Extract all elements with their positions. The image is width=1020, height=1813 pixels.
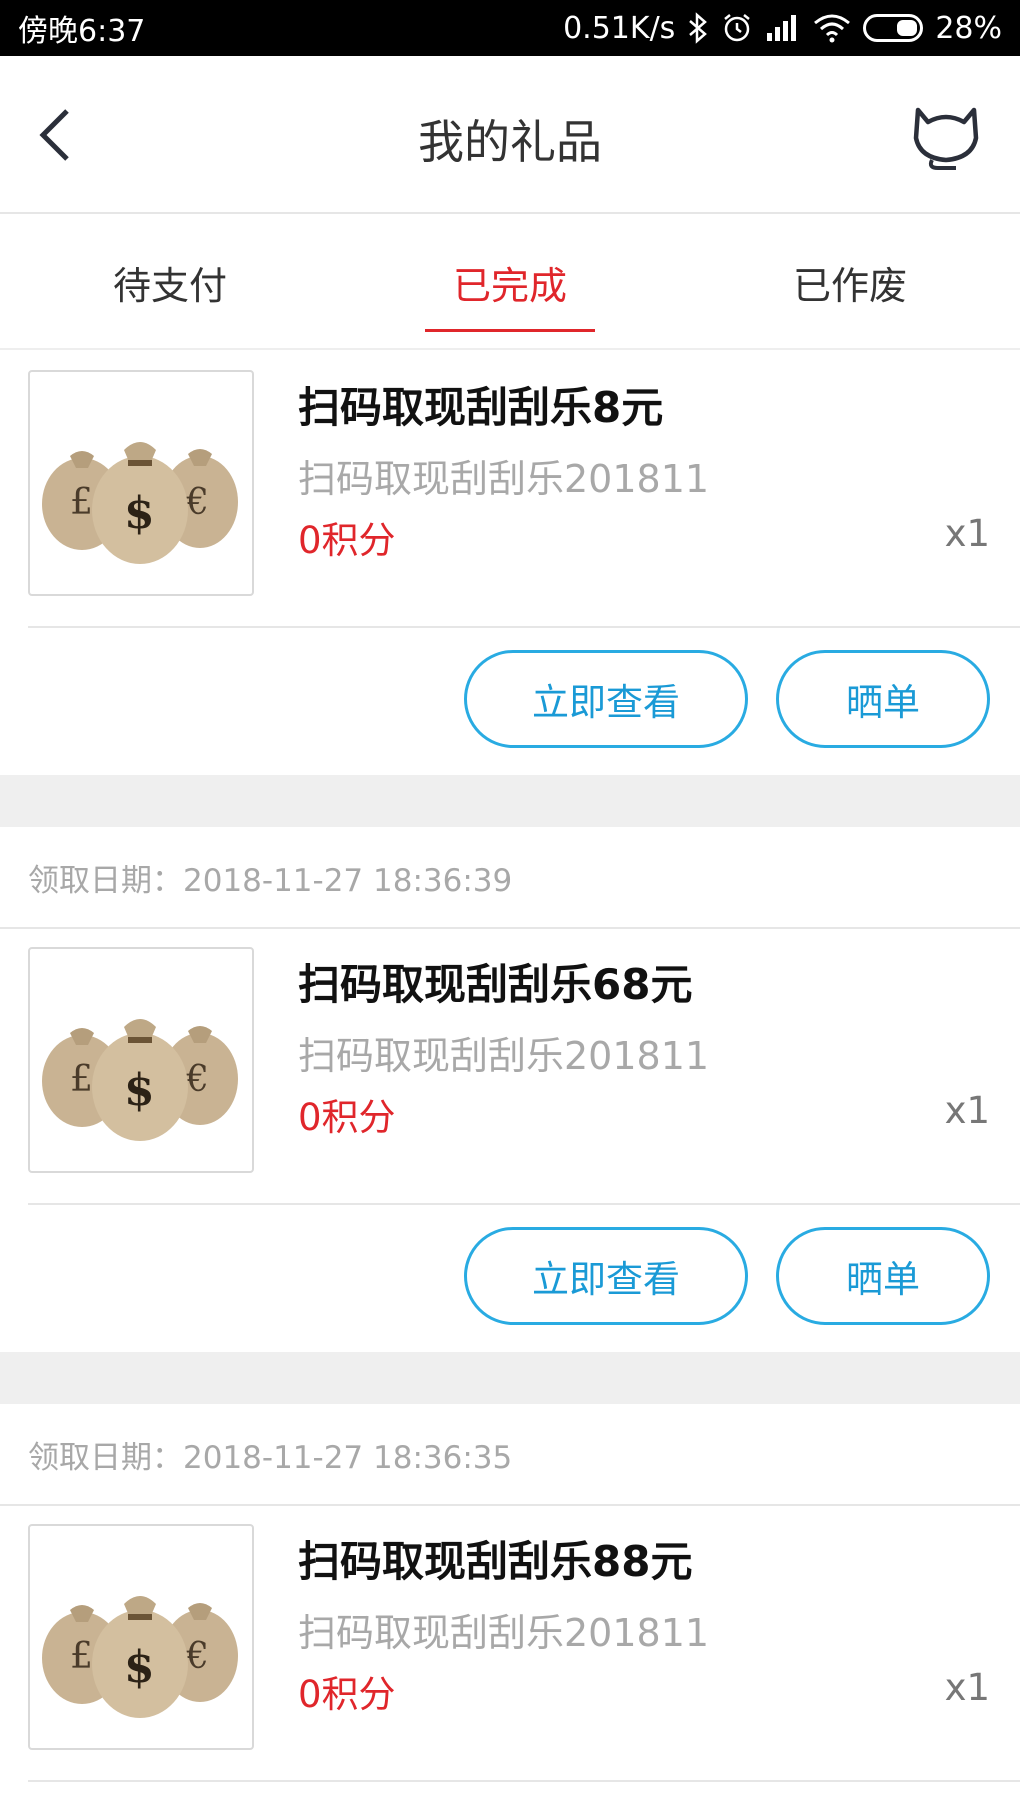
order-card: 领取日期：2018-11-27 18:36:39 £ € $ 扫码取现刮刮乐68… bbox=[0, 827, 1020, 1352]
gift-title: 扫码取现刮刮乐68元 bbox=[298, 960, 693, 1009]
svg-text:$: $ bbox=[124, 1065, 155, 1116]
tab-completed[interactable]: 已完成 bbox=[340, 216, 680, 348]
status-bar: 傍晚6:37 0.51K/s 28% bbox=[0, 0, 1020, 56]
list-item[interactable]: £ € $ 扫码取现刮刮乐88元 扫码取现刮刮乐201811 0积分 x1 bbox=[28, 1506, 1020, 1782]
app-header: 我的礼品 bbox=[0, 56, 1020, 214]
status-time: 傍晚6:37 bbox=[18, 14, 146, 49]
battery-icon bbox=[863, 14, 924, 42]
money-bags-image: £ € $ bbox=[28, 370, 254, 596]
gift-quantity: x1 bbox=[944, 512, 990, 555]
page-title: 我的礼品 bbox=[418, 115, 602, 169]
signal-icon bbox=[765, 10, 801, 46]
svg-text:£: £ bbox=[70, 482, 93, 523]
svg-text:€: € bbox=[185, 1059, 209, 1100]
net-speed: 0.51K/s bbox=[563, 10, 676, 46]
svg-text:£: £ bbox=[70, 1636, 93, 1677]
list-item[interactable]: £ € $ 扫码取现刮刮乐8元 扫码取现刮刮乐201811 0积分 x1 bbox=[28, 352, 1020, 628]
svg-text:€: € bbox=[185, 1636, 209, 1677]
gift-quantity: x1 bbox=[944, 1666, 990, 1709]
battery-level: 28% bbox=[935, 10, 1002, 46]
money-bags-image: £ € $ bbox=[28, 947, 254, 1173]
section-divider bbox=[0, 775, 1020, 827]
claim-date: 领取日期：2018-11-27 18:36:39 bbox=[0, 827, 1020, 929]
gift-title: 扫码取现刮刮乐8元 bbox=[298, 383, 664, 432]
svg-text:€: € bbox=[185, 482, 209, 523]
status-tabs: 待支付 已完成 已作废 bbox=[0, 216, 1020, 350]
gift-subtitle: 扫码取现刮刮乐201811 bbox=[298, 1034, 710, 1078]
svg-text:$: $ bbox=[124, 1642, 155, 1693]
share-order-button[interactable]: 晒单 bbox=[776, 1227, 990, 1325]
share-order-button[interactable]: 晒单 bbox=[776, 650, 990, 748]
money-bags-image: £ € $ bbox=[28, 1524, 254, 1750]
cat-head-icon bbox=[913, 107, 979, 170]
gift-points: 0积分 bbox=[298, 1673, 396, 1716]
alarm-icon bbox=[721, 10, 753, 46]
order-card: 领取日期：2018-11-27 18:36:35 £ € $ 扫码取现刮刮乐88… bbox=[0, 1404, 1020, 1782]
gift-quantity: x1 bbox=[944, 1089, 990, 1132]
bluetooth-icon bbox=[687, 10, 709, 46]
claim-date: 领取日期：2018-11-27 18:36:35 bbox=[0, 1404, 1020, 1506]
order-actions: 立即查看 晒单 bbox=[0, 1205, 1020, 1352]
order-card: £ € $ 扫码取现刮刮乐8元 扫码取现刮刮乐201811 0积分 x1 立即查… bbox=[0, 352, 1020, 775]
svg-text:£: £ bbox=[70, 1059, 93, 1100]
gift-list: £ € $ 扫码取现刮刮乐8元 扫码取现刮刮乐201811 0积分 x1 立即查… bbox=[0, 352, 1020, 1782]
gift-subtitle: 扫码取现刮刮乐201811 bbox=[298, 457, 710, 501]
view-now-button[interactable]: 立即查看 bbox=[464, 1227, 748, 1325]
gift-subtitle: 扫码取现刮刮乐201811 bbox=[298, 1611, 710, 1655]
tab-voided[interactable]: 已作废 bbox=[680, 216, 1020, 348]
list-item[interactable]: £ € $ 扫码取现刮刮乐68元 扫码取现刮刮乐201811 0积分 x1 bbox=[28, 929, 1020, 1205]
gift-title: 扫码取现刮刮乐88元 bbox=[298, 1537, 693, 1586]
gift-points: 0积分 bbox=[298, 1096, 396, 1139]
view-now-button[interactable]: 立即查看 bbox=[464, 650, 748, 748]
tab-pending-payment[interactable]: 待支付 bbox=[0, 216, 340, 348]
status-icons: 0.51K/s 28% bbox=[563, 10, 1002, 46]
svg-text:$: $ bbox=[124, 488, 155, 539]
wifi-icon bbox=[813, 10, 851, 46]
gift-points: 0积分 bbox=[298, 519, 396, 562]
section-divider bbox=[0, 1352, 1020, 1404]
order-actions: 立即查看 晒单 bbox=[0, 628, 1020, 775]
customer-service-button[interactable] bbox=[908, 96, 984, 172]
